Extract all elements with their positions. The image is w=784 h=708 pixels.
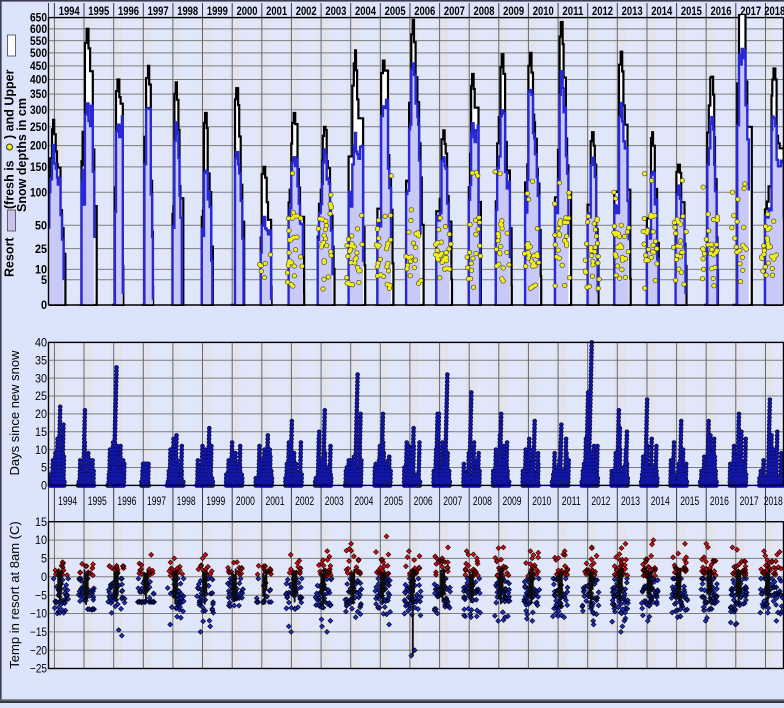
svg-text:2016: 2016 [711, 4, 732, 18]
svg-text:1996: 1996 [117, 495, 136, 508]
svg-text:2004: 2004 [355, 4, 376, 18]
svg-text:2006: 2006 [414, 4, 435, 18]
svg-text:2017: 2017 [740, 4, 761, 18]
svg-text:2002: 2002 [295, 495, 314, 508]
svg-text:2005: 2005 [384, 495, 403, 508]
svg-text:30: 30 [35, 373, 47, 385]
svg-text:400: 400 [30, 75, 47, 87]
svg-text:300: 300 [30, 105, 47, 117]
svg-text:35: 35 [35, 355, 47, 367]
svg-text:1994: 1994 [58, 495, 77, 508]
svg-text:550: 550 [30, 36, 47, 48]
svg-text:200: 200 [30, 141, 47, 153]
svg-text:2013: 2013 [622, 4, 643, 18]
svg-text:2010: 2010 [532, 495, 551, 508]
svg-text:2005: 2005 [385, 4, 406, 18]
svg-text:150: 150 [30, 162, 47, 174]
svg-text:2012: 2012 [592, 4, 613, 18]
svg-text:2016: 2016 [710, 495, 729, 508]
svg-text:450: 450 [30, 61, 47, 73]
svg-text:2018: 2018 [764, 495, 783, 508]
svg-text:2003: 2003 [325, 495, 344, 508]
svg-text:1998: 1998 [177, 495, 196, 508]
svg-text:−15: −15 [30, 627, 47, 639]
svg-text:Temp in resort at 8am (C): Temp in resort at 8am (C) [7, 521, 22, 668]
svg-text:50: 50 [35, 220, 47, 232]
svg-text:2009: 2009 [503, 495, 522, 508]
svg-text:−5: −5 [35, 590, 47, 602]
svg-text:2017: 2017 [740, 495, 759, 508]
svg-text:350: 350 [30, 89, 47, 101]
svg-text:2003: 2003 [325, 4, 346, 18]
svg-text:2000: 2000 [236, 495, 255, 508]
svg-text:2015: 2015 [681, 4, 702, 18]
svg-text:1996: 1996 [118, 4, 139, 18]
svg-text:−10: −10 [30, 609, 47, 621]
svg-text:2006: 2006 [414, 495, 433, 508]
svg-text:1997: 1997 [148, 4, 169, 18]
svg-text:650: 650 [30, 13, 47, 25]
svg-text:2000: 2000 [237, 4, 258, 18]
svg-text:−25: −25 [30, 664, 47, 676]
svg-text:2010: 2010 [533, 4, 554, 18]
svg-text:2014: 2014 [651, 495, 670, 508]
svg-text:2007: 2007 [443, 495, 462, 508]
svg-text:25: 25 [35, 244, 48, 256]
svg-text:1995: 1995 [88, 4, 109, 18]
svg-text:5: 5 [41, 554, 47, 566]
svg-text:Resort: Resort [3, 237, 17, 277]
svg-text:5: 5 [41, 463, 47, 475]
svg-text:1997: 1997 [147, 495, 166, 508]
svg-text:2007: 2007 [444, 4, 465, 18]
svg-text:0: 0 [41, 572, 47, 584]
svg-text:2008: 2008 [473, 495, 492, 508]
svg-text:10: 10 [35, 445, 47, 457]
svg-text:100: 100 [30, 187, 47, 199]
svg-text:2012: 2012 [591, 495, 610, 508]
svg-text:Snow depths in cm: Snow depths in cm [15, 98, 29, 212]
svg-text:5: 5 [41, 275, 48, 287]
svg-text:15: 15 [35, 517, 47, 529]
svg-text:500: 500 [30, 48, 47, 60]
svg-text:10: 10 [35, 535, 47, 547]
svg-text:1995: 1995 [88, 495, 107, 508]
svg-text:1999: 1999 [206, 495, 225, 508]
svg-text:2011: 2011 [562, 495, 581, 508]
svg-text:0: 0 [41, 481, 47, 493]
svg-text:2011: 2011 [562, 4, 583, 18]
svg-text:2001: 2001 [266, 495, 285, 508]
svg-text:250: 250 [30, 122, 47, 134]
svg-text:0: 0 [41, 300, 47, 312]
svg-text:2002: 2002 [296, 4, 317, 18]
svg-text:2004: 2004 [354, 495, 373, 508]
svg-text:2015: 2015 [680, 495, 699, 508]
svg-text:2008: 2008 [474, 4, 495, 18]
svg-text:40: 40 [35, 338, 47, 350]
svg-text:2001: 2001 [266, 4, 287, 18]
svg-text:−20: −20 [30, 645, 47, 657]
svg-text:1994: 1994 [59, 4, 80, 18]
svg-text:25: 25 [35, 391, 47, 403]
svg-text:1999: 1999 [207, 4, 228, 18]
svg-text:Days since new snow: Days since new snow [7, 350, 22, 476]
svg-text:20: 20 [35, 409, 47, 421]
svg-text:2014: 2014 [651, 4, 672, 18]
svg-text:2009: 2009 [503, 4, 524, 18]
svg-text:2018: 2018 [764, 4, 784, 18]
svg-text:2013: 2013 [621, 495, 640, 508]
svg-text:1998: 1998 [177, 4, 198, 18]
svg-text:10: 10 [35, 265, 47, 277]
svg-text:15: 15 [35, 427, 47, 439]
svg-text:600: 600 [30, 24, 47, 36]
